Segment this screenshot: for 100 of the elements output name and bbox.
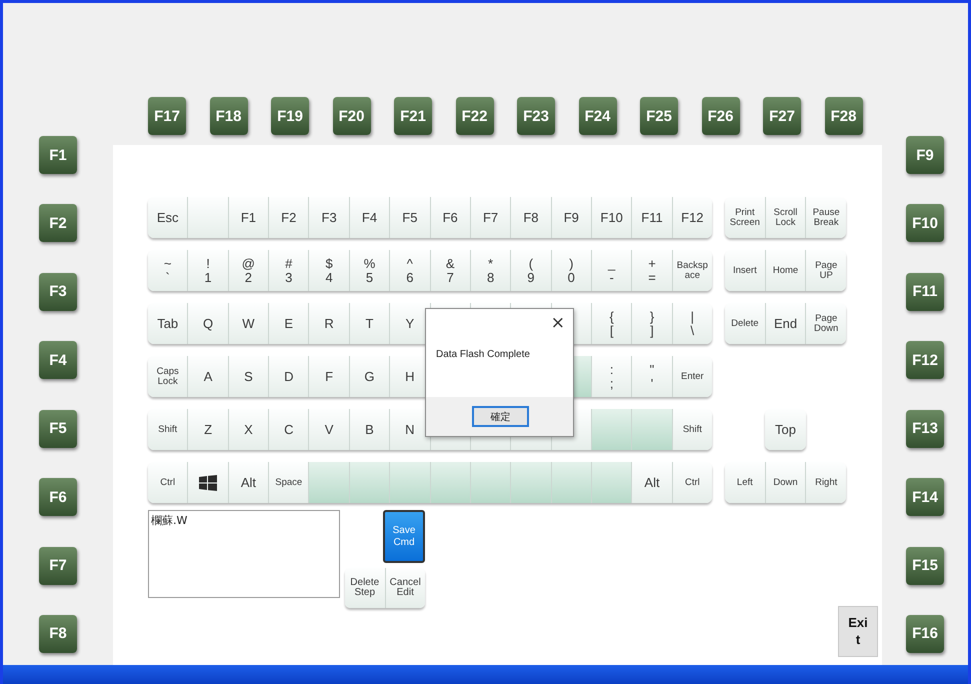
keyboard-key[interactable]: R (309, 303, 350, 344)
keyboard-key[interactable]: ! 1 (188, 250, 229, 291)
function-key[interactable]: F7 (39, 546, 77, 585)
function-key[interactable]: F3 (39, 272, 77, 311)
keyboard-key[interactable]: ~ ` (148, 250, 188, 291)
keyboard-key[interactable]: End (766, 303, 806, 344)
keyboard-key[interactable]: Top (765, 409, 806, 450)
keyboard-key[interactable]: & 7 (430, 250, 471, 291)
keyboard-key[interactable]: E (269, 303, 310, 344)
keyboard-key[interactable]: F11 (632, 197, 673, 238)
function-key[interactable]: F2 (39, 204, 77, 242)
keyboard-key[interactable]: Alt (632, 462, 673, 503)
function-key[interactable]: F28 (824, 97, 862, 135)
keyboard-key[interactable]: Scroll Lock (766, 197, 806, 238)
keyboard-key[interactable]: Tab (148, 303, 188, 344)
function-key[interactable]: F19 (271, 97, 309, 135)
function-key[interactable]: F24 (578, 97, 616, 135)
keyboard-key[interactable]: V (309, 409, 350, 450)
exit-button[interactable]: Exi t (838, 606, 878, 657)
function-key[interactable]: F25 (640, 97, 678, 135)
keyboard-key[interactable]: Print Screen (725, 197, 766, 238)
keyboard-key[interactable]: Ctrl (672, 462, 712, 503)
keyboard-key[interactable]: F (309, 356, 350, 397)
keyboard-key[interactable]: Q (188, 303, 229, 344)
keyboard-key[interactable]: Left (725, 462, 766, 503)
keyboard-key[interactable]: Down (766, 462, 806, 503)
keyboard-key[interactable]: ^ 6 (390, 250, 431, 291)
function-key[interactable]: F15 (906, 546, 944, 585)
keyboard-key[interactable]: : ; (592, 356, 632, 397)
function-key[interactable]: F4 (39, 341, 77, 380)
keyboard-key[interactable]: F1 (228, 197, 270, 238)
keyboard-key[interactable]: Shift (148, 409, 188, 450)
function-key[interactable]: F13 (906, 410, 944, 448)
keyboard-key[interactable]: Enter (672, 356, 712, 397)
function-key[interactable]: F18 (210, 97, 248, 135)
function-key[interactable]: F11 (906, 272, 944, 311)
function-key[interactable]: F8 (39, 614, 77, 653)
keyboard-key[interactable]: Delete (725, 303, 766, 344)
keyboard-key[interactable]: @ 2 (228, 250, 270, 291)
function-key[interactable]: F14 (906, 478, 944, 516)
keyboard-key[interactable]: * 8 (470, 250, 512, 291)
keyboard-key[interactable]: Ctrl (148, 462, 188, 503)
keyboard-key[interactable]: } ] (632, 303, 673, 344)
keyboard-key[interactable]: | \ (672, 303, 712, 344)
function-key[interactable]: F16 (906, 614, 944, 653)
keyboard-key[interactable]: F10 (592, 197, 632, 238)
keyboard-key[interactable]: W (228, 303, 270, 344)
keyboard-key[interactable]: F4 (350, 197, 390, 238)
keyboard-key[interactable]: F6 (430, 197, 471, 238)
command-box[interactable]: 欄蘇.W (148, 510, 340, 598)
keyboard-key[interactable]: ) 0 (552, 250, 592, 291)
keyboard-key[interactable]: Home (766, 250, 806, 291)
function-key[interactable]: F1 (39, 136, 77, 174)
save-button[interactable]: Save Cmd (383, 510, 425, 563)
keyboard-key[interactable]: A (188, 356, 229, 397)
function-key[interactable]: F9 (906, 136, 944, 174)
keyboard-key[interactable]: B (350, 409, 390, 450)
keyboard-key[interactable]: Page Down (806, 303, 846, 344)
function-key[interactable]: F26 (702, 97, 740, 135)
keyboard-key[interactable]: Caps Lock (148, 356, 188, 397)
keyboard-key[interactable]: % 5 (350, 250, 390, 291)
ok-button[interactable]: 確定 (472, 406, 529, 427)
keyboard-key[interactable]: ( 9 (511, 250, 552, 291)
close-button[interactable]: × (542, 309, 573, 337)
function-key[interactable]: F22 (456, 97, 494, 135)
keyboard-key[interactable]: + = (632, 250, 673, 291)
keyboard-key[interactable]: _ - (592, 250, 632, 291)
keyboard-key[interactable]: D (269, 356, 310, 397)
function-key[interactable]: F10 (906, 204, 944, 242)
keyboard-key[interactable]: Right (806, 462, 846, 503)
keyboard-key[interactable]: T (350, 303, 390, 344)
keyboard-key[interactable]: G (350, 356, 390, 397)
function-key[interactable]: F17 (148, 97, 186, 135)
keyboard-key[interactable]: F12 (672, 197, 712, 238)
keyboard-key[interactable]: X (228, 409, 270, 450)
keyboard-key[interactable]: Page UP (806, 250, 846, 291)
keyboard-key[interactable]: Esc (148, 197, 188, 238)
keyboard-key[interactable]: Z (188, 409, 229, 450)
keyboard-key[interactable]: Shift (672, 409, 712, 450)
step-button[interactable]: Delete Step (345, 568, 386, 608)
keyboard-key[interactable]: Alt (228, 462, 270, 503)
keyboard-key[interactable]: F5 (390, 197, 431, 238)
keyboard-key[interactable]: # 3 (269, 250, 310, 291)
function-key[interactable]: F23 (517, 97, 555, 135)
keyboard-key[interactable]: $ 4 (309, 250, 350, 291)
function-key[interactable]: F20 (332, 97, 370, 135)
keyboard-key[interactable]: F8 (511, 197, 552, 238)
keyboard-key[interactable]: F9 (552, 197, 592, 238)
keyboard-key[interactable]: Pause Break (806, 197, 846, 238)
keyboard-key[interactable]: C (269, 409, 310, 450)
keyboard-key[interactable]: Insert (725, 250, 766, 291)
function-key[interactable]: F21 (394, 97, 432, 135)
function-key[interactable]: F12 (906, 341, 944, 380)
keyboard-key[interactable]: F7 (470, 197, 512, 238)
keyboard-key[interactable]: F2 (269, 197, 310, 238)
function-key[interactable]: F27 (763, 97, 801, 135)
keyboard-key[interactable]: " ' (632, 356, 673, 397)
keyboard-key[interactable]: { [ (592, 303, 632, 344)
function-key[interactable]: F6 (39, 478, 77, 516)
keyboard-key[interactable]: S (228, 356, 270, 397)
